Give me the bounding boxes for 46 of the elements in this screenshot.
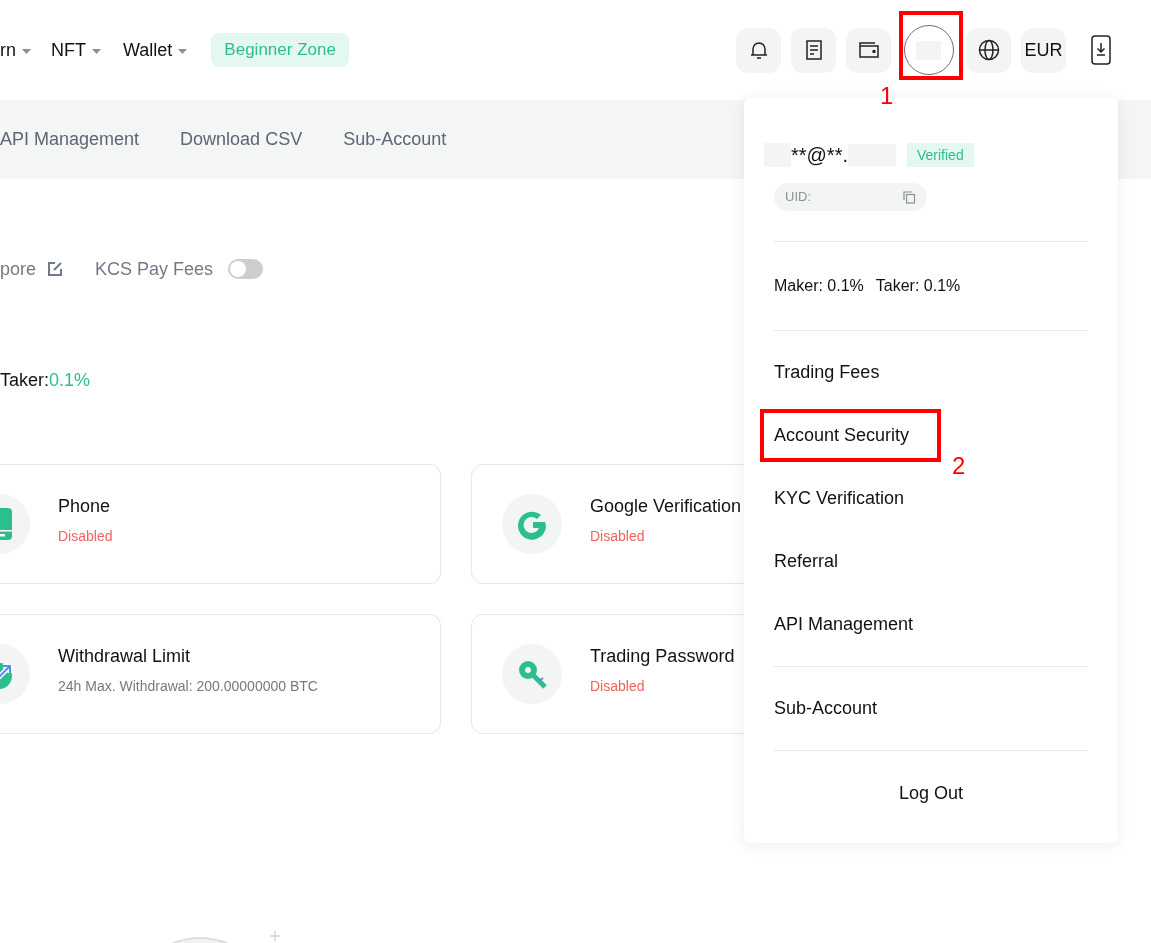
account-email: **@**. <box>791 143 848 168</box>
security-card[interactable]: Phone Disabled <box>0 464 441 584</box>
currency-button[interactable]: EUR <box>1021 27 1066 73</box>
annotation-number: 1 <box>880 83 894 108</box>
avatar-button[interactable] <box>903 25 954 75</box>
menu-item[interactable]: Trading Fees <box>760 346 941 399</box>
kcs-pay-fees-toggle[interactable] <box>228 259 264 279</box>
annotation-box <box>899 10 963 80</box>
wallet-icon <box>857 40 880 60</box>
kcs-pay-fees-label: KCS Pay Fees <box>95 257 214 281</box>
nav-menu[interactable]: rn <box>0 36 31 64</box>
taker-fee: Taker: 0.1% <box>875 276 961 296</box>
copy-icon[interactable] <box>903 190 916 204</box>
card-title: Phone <box>58 495 112 518</box>
verified-badge: Verified <box>907 143 974 167</box>
orders-button[interactable] <box>791 27 836 73</box>
security-card[interactable]: Withdrawal Limit 24h Max. Withdrawal: 200.00000000 BTC <box>0 614 441 734</box>
globe-icon <box>977 39 1000 61</box>
subnav-tab[interactable]: Download CSV <box>180 126 303 153</box>
taker-fee-label: Taker: <box>0 370 50 390</box>
subnav-tab[interactable]: Sub-Account <box>343 126 447 153</box>
phone-download-icon[interactable] <box>1091 35 1111 65</box>
menu-item[interactable]: Account Security <box>760 409 941 462</box>
uid-label: UID: <box>785 188 811 207</box>
external-link-icon[interactable] <box>47 261 64 277</box>
notifications-button[interactable] <box>736 27 781 73</box>
wallet-button[interactable] <box>846 27 891 73</box>
google-icon <box>502 494 562 554</box>
key-icon <box>502 644 562 704</box>
log-out-button[interactable]: Log Out <box>898 780 963 807</box>
taker-fee-value: 0.1% <box>49 370 91 390</box>
card-title: Withdrawal Limit <box>58 645 192 668</box>
card-status: 24h Max. Withdrawal: 200.00000000 BTC <box>58 677 318 696</box>
card-title: Trading Password <box>590 645 735 668</box>
annotation-number: 2 <box>952 454 966 478</box>
settings-link[interactable]: pore <box>0 255 37 283</box>
language-button[interactable] <box>966 27 1011 73</box>
card-status: Disabled <box>590 677 646 696</box>
card-status: Disabled <box>590 527 646 546</box>
card-status: Disabled <box>58 527 113 546</box>
card-title: Google Verification <box>590 495 742 518</box>
nav-menu[interactable]: NFT <box>51 36 101 64</box>
maker-fee: Maker: 0.1% <box>774 276 864 296</box>
document-icon <box>803 39 824 61</box>
subnav-tab[interactable]: API Management <box>0 126 140 153</box>
nav-menu[interactable]: Wallet <box>123 36 188 64</box>
